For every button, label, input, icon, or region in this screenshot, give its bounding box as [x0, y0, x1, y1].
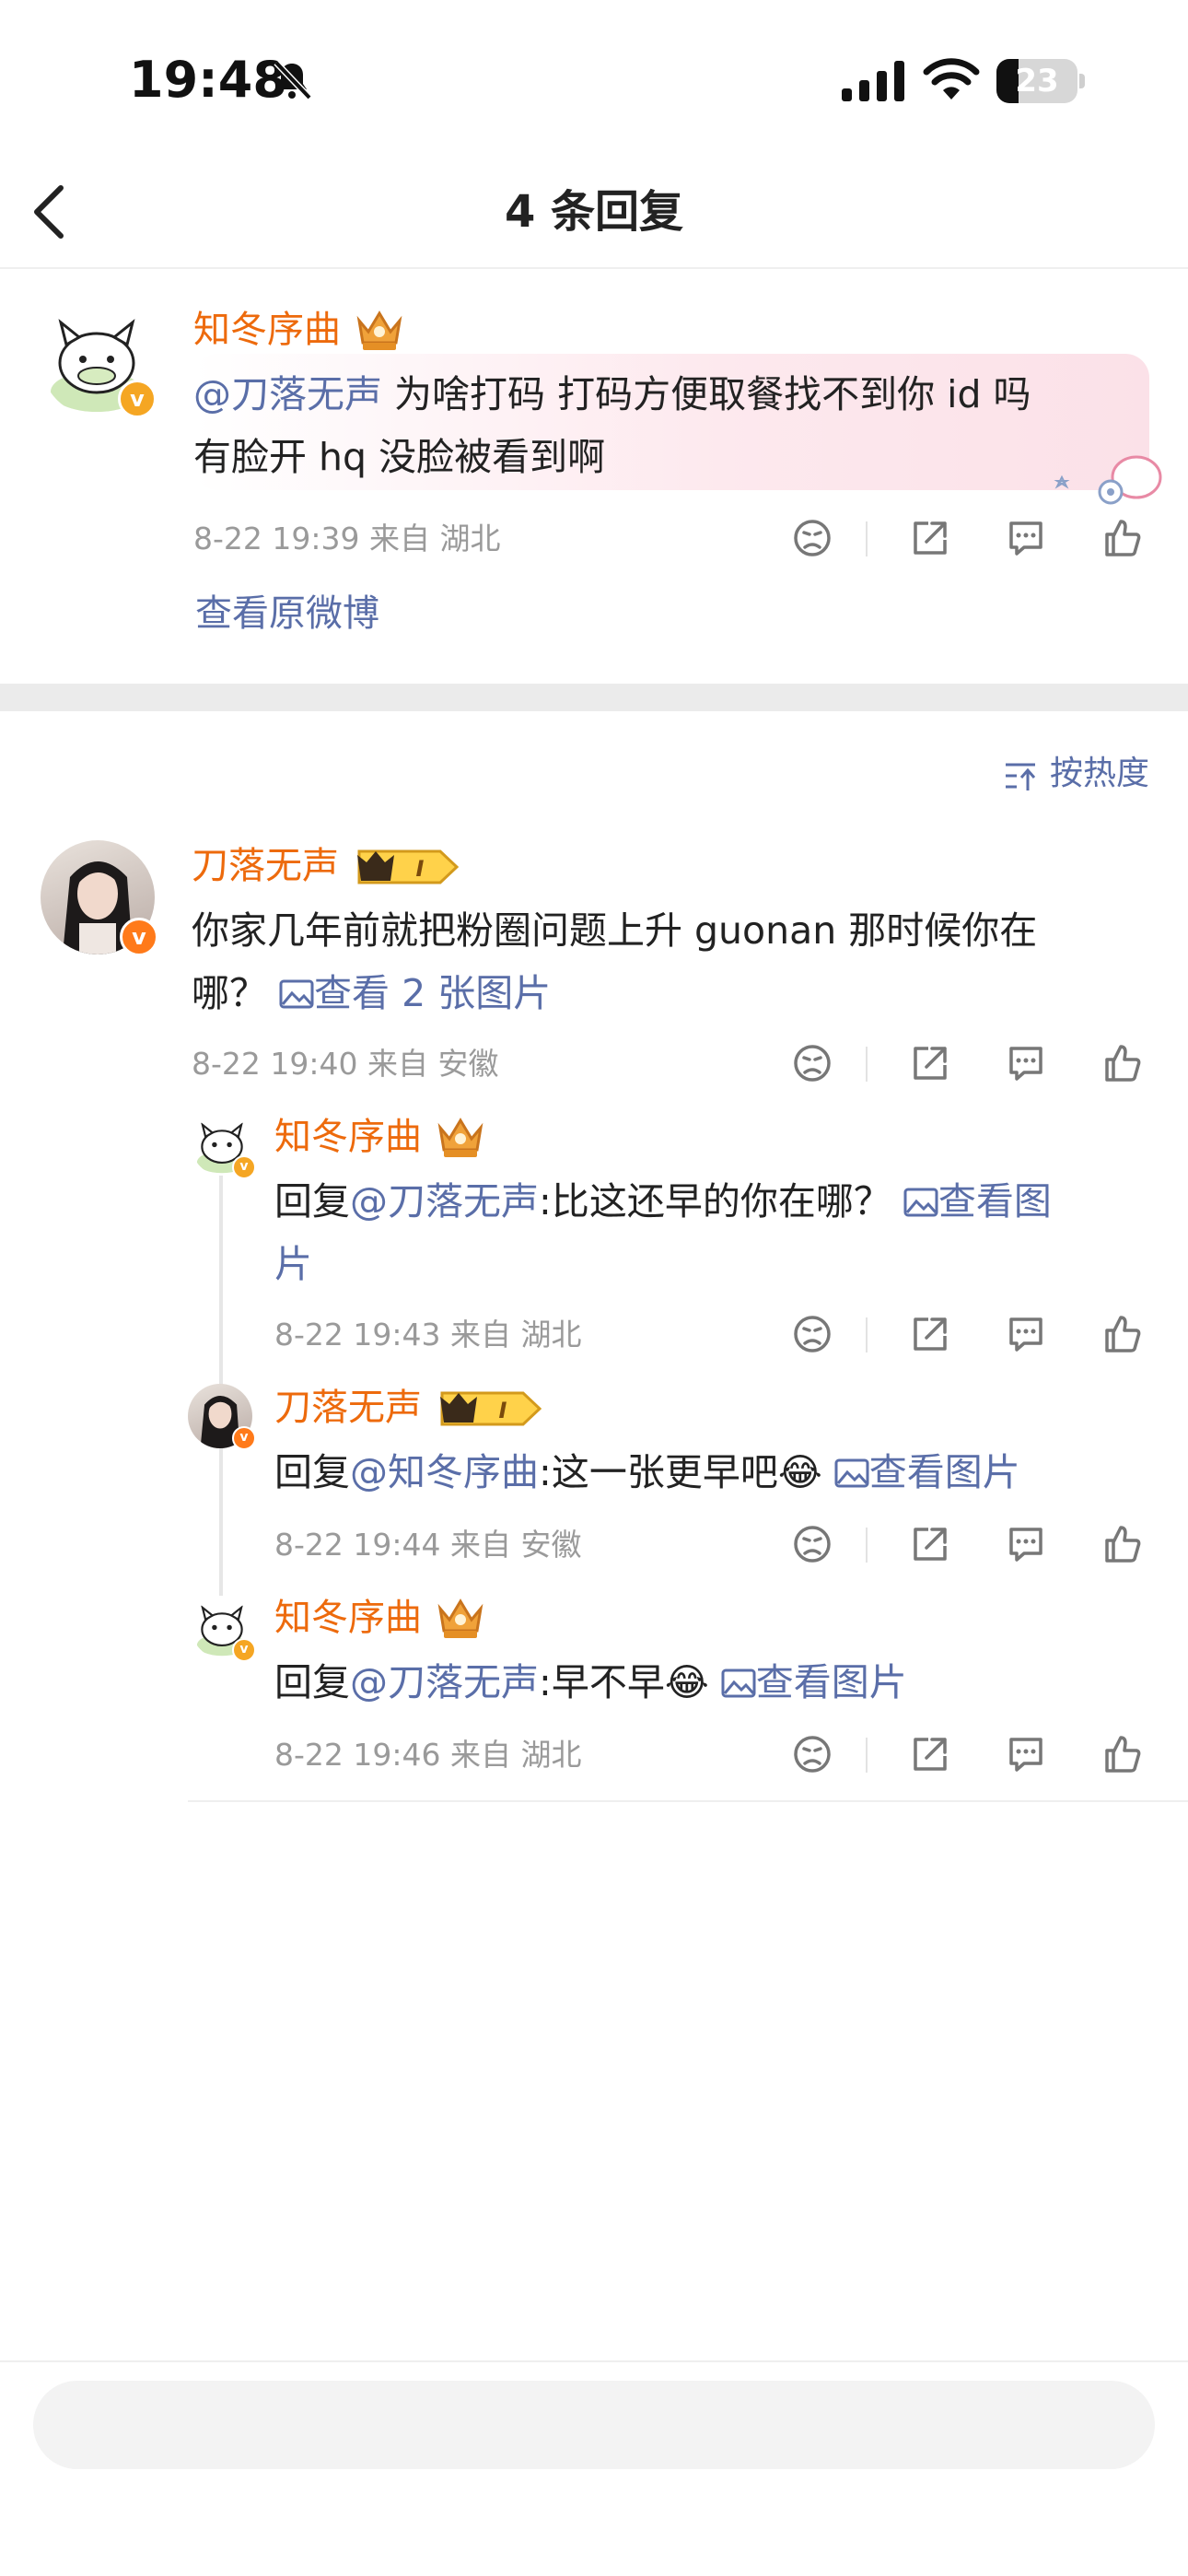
sort-by-hot[interactable]: 按热度 [1050, 748, 1149, 800]
root-meta: 8-22 19:39 来自 湖北 [193, 521, 501, 556]
reply-2-text: 回复@知冬序曲:这一张更早吧😂 查看图片 [274, 1450, 1020, 1494]
reply-1-meta: 8-22 19:43 来自 湖北 [274, 1317, 582, 1352]
root-text: @刀落无声 为啥打码 打码方便取餐找不到你 id 吗 有脸开 hq 没脸被看到啊 [193, 372, 1031, 479]
share-icon[interactable] [908, 1522, 952, 1566]
bell-slash-icon [274, 60, 312, 100]
dislike-face-icon[interactable] [790, 1732, 834, 1776]
reply-3-mention[interactable]: @刀落无声 [350, 1660, 539, 1704]
crown-icon [356, 310, 402, 350]
reply-2-mention[interactable]: @知冬序曲 [350, 1450, 539, 1494]
view-original-link[interactable]: 查看原微博 [195, 586, 379, 641]
verified-badge: v [232, 1638, 256, 1662]
reply-3-meta: 8-22 19:46 来自 湖北 [274, 1737, 582, 1773]
reply-1-username[interactable]: 知冬序曲 [274, 1111, 422, 1163]
reply-1-text: 回复@刀落无声:比这还早的你在哪？ 查看图片 [274, 1179, 1052, 1286]
thread-end-divider [188, 1800, 1188, 1802]
section-gap [0, 684, 1188, 711]
like-icon[interactable] [1100, 516, 1144, 560]
like-icon[interactable] [1100, 1041, 1144, 1085]
verified-badge: v [232, 1426, 256, 1450]
image-icon [279, 979, 314, 1009]
share-icon[interactable] [908, 516, 952, 560]
comment-icon[interactable] [1004, 516, 1048, 560]
header-divider [0, 267, 1188, 269]
sort-icon[interactable] [1002, 757, 1039, 794]
svg-text:I: I [416, 856, 425, 882]
comment-username[interactable]: 刀落无声 [192, 840, 339, 892]
crown-icon [437, 1598, 483, 1638]
dislike-face-icon[interactable] [790, 1041, 834, 1085]
like-icon[interactable] [1100, 1312, 1144, 1356]
comment-icon[interactable] [1004, 1312, 1048, 1356]
comment-icon[interactable] [1004, 1522, 1048, 1566]
comment-meta: 8-22 19:40 来自 安徽 [192, 1046, 499, 1082]
reply-3-view-image[interactable]: 查看图片 [721, 1660, 907, 1704]
share-icon[interactable] [908, 1312, 952, 1356]
dislike-face-icon[interactable] [790, 1522, 834, 1566]
reply-3-actions [790, 1727, 1141, 1782]
bottom-divider [0, 2360, 1188, 2362]
crown-icon [437, 1118, 483, 1157]
like-icon[interactable] [1100, 1522, 1144, 1566]
dislike-face-icon[interactable] [790, 1312, 834, 1356]
reply-2-meta: 8-22 19:44 来自 安徽 [274, 1527, 582, 1563]
page-title: 4 条回复 [504, 186, 684, 238]
sticker-icon [1054, 455, 1162, 505]
verified-badge: v [120, 918, 158, 956]
comment-icon[interactable] [1004, 1041, 1048, 1085]
share-icon[interactable] [908, 1732, 952, 1776]
reply-1-mention[interactable]: @刀落无声 [350, 1179, 539, 1224]
reply-1-actions [790, 1306, 1141, 1362]
root-username[interactable]: 知冬序曲 [193, 304, 341, 356]
battery-level: 23 [1015, 63, 1059, 100]
dislike-face-icon[interactable] [790, 516, 834, 560]
laugh-emoji-icon: 😂 [664, 1660, 709, 1704]
reply-2-view-image[interactable]: 查看图片 [834, 1450, 1020, 1494]
view-images-link[interactable]: 查看 2 张图片 [279, 971, 551, 1015]
reply-2-actions [790, 1516, 1141, 1572]
verified-badge: v [118, 380, 157, 418]
reply-2-username[interactable]: 刀落无声 [274, 1382, 422, 1434]
root-actions [790, 510, 1141, 566]
verified-badge: v [232, 1155, 256, 1179]
reply-input[interactable] [33, 2381, 1155, 2469]
battery-icon: 23 [996, 59, 1085, 103]
svg-text:I: I [499, 1398, 507, 1423]
level-badge: I [354, 846, 462, 888]
root-mention[interactable]: @刀落无声 [193, 372, 382, 416]
thread-line [219, 1166, 223, 1596]
reply-3-username[interactable]: 知冬序曲 [274, 1592, 422, 1644]
image-icon [721, 1669, 756, 1698]
comment-text: 你家几年前就把粉圈问题上升 guonan 那时候你在 哪？ 查看 2 张图片 [192, 908, 1038, 1015]
signal-icon [842, 61, 904, 101]
comment-actions [790, 1036, 1141, 1091]
image-icon [903, 1188, 938, 1217]
laugh-emoji-icon: 😂 [777, 1450, 822, 1494]
status-time: 19:48 [129, 51, 287, 109]
image-icon [834, 1458, 869, 1488]
wifi-icon [923, 58, 980, 100]
level-badge: I [437, 1388, 545, 1430]
comment-icon[interactable] [1004, 1732, 1048, 1776]
share-icon[interactable] [908, 1041, 952, 1085]
like-icon[interactable] [1100, 1732, 1144, 1776]
reply-3-text: 回复@刀落无声:早不早😂 查看图片 [274, 1660, 907, 1704]
